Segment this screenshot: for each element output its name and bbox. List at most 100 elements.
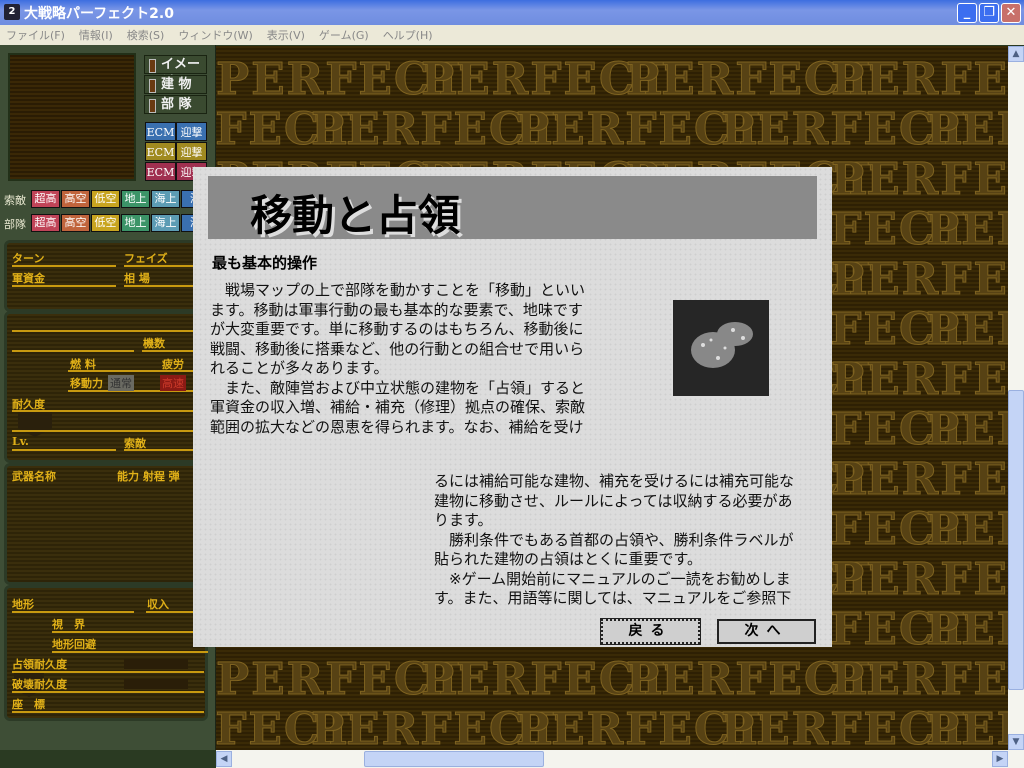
label-terrain: 地形 [12,598,34,611]
occupy-gauge [124,659,188,669]
label-vision: 視 界 [52,618,85,631]
field-underline [12,449,116,451]
background-watermark-text: PERFECT [926,504,1008,556]
horizontal-scrollbar[interactable]: ◀ ▶ [216,750,1024,768]
background-watermark-text: PERFECT [926,704,1008,751]
filter-toggle[interactable]: 海上 [151,190,180,208]
filter-toggle[interactable]: 低空 [91,190,120,208]
dialog-title-bar: 移動と占領 [208,176,817,240]
field-underline [12,671,204,673]
label-phase: フェイズ [124,252,168,265]
label-cols: 能力 射程 弾 [117,470,180,483]
label-turn: ターン [12,252,45,265]
label-market: 相 場 [124,272,150,285]
field-underline [12,691,204,693]
restore-button[interactable]: ❐ [979,3,999,23]
field-underline [12,350,134,352]
minimize-button[interactable]: _ [957,3,977,23]
field-underline [12,430,208,432]
field-underline [12,611,134,613]
view-button[interactable]: 建 物 [144,75,207,94]
app-icon[interactable]: 2 [4,4,20,20]
scroll-down-button[interactable]: ▼ [1008,734,1024,750]
intercept-button[interactable]: 迎撃 [176,142,207,161]
view-button[interactable]: 部 隊 [144,95,207,114]
ecm-button[interactable]: ECM [145,122,176,141]
window-title: 大戦略パーフェクト2.0 [24,5,174,22]
background-watermark-text: PERFECT [926,204,1008,256]
background-watermark-text: PERFECT [831,54,1008,106]
move-fast-badge: 高速 [160,375,186,391]
menu-item[interactable]: ヘルプ(H) [383,27,433,43]
filter-toggle[interactable]: 海上 [151,214,180,232]
background-watermark-text: PERFECT [831,254,1008,306]
menu-item[interactable]: ウィンドウ(W) [178,27,252,43]
filter-toggle[interactable]: 地上 [121,214,150,232]
dialog-heading: 最も基本的操作 [212,254,318,272]
filter-toggle[interactable]: 地上 [121,190,150,208]
menu-bar: ファイル(F) 情報(I) 検索(S) ウィンドウ(W) 表示(V) ゲーム(G) ヘルプ(… [0,25,1024,45]
background-watermark-text: PERFECT [926,304,1008,356]
background-watermark-text: PERFECT [831,454,1008,506]
intercept-button[interactable]: 迎撃 [176,122,207,141]
field-underline [12,330,208,332]
dialog-title: 移動と占領 [250,191,461,240]
dialog-text-2: るには補給可能な建物、補充を受けるには補充可能な 建物に移動させ、ルールによって… [434,472,795,607]
filter-toggle[interactable]: 高空 [61,214,90,232]
scroll-left-button[interactable]: ◀ [216,751,232,767]
menu-item[interactable]: 検索(S) [127,27,165,43]
move-normal-badge: 通常 [108,375,134,391]
menu-item[interactable]: ゲーム(G) [319,27,369,43]
background-watermark-text: PERFECT [831,154,1008,206]
menu-item[interactable]: 情報(I) [79,27,113,43]
vertical-scrollbar[interactable]: ▲ ▼ [1008,46,1024,750]
field-underline [52,631,208,633]
menu-item[interactable]: 表示(V) [267,27,305,43]
field-underline [52,651,208,653]
label-coords: 座 標 [12,698,45,711]
filter-toggle[interactable]: 低空 [91,214,120,232]
label-name: 武器名称 [12,470,56,483]
label-count: 機数 [143,337,165,350]
background-watermark-text: PERFECT [831,354,1008,406]
filter-toggle[interactable]: 超高 [31,190,60,208]
label-funds: 軍資金 [12,272,45,285]
back-button[interactable]: 戻る [600,618,701,645]
tutorial-dialog: 移動と占領 最も基本的操作 戦場マップの上で部隊を動かすことを「移動」といい ま… [193,167,832,647]
view-button[interactable]: イメージ [144,55,207,89]
background-watermark-text: PERFECT [926,604,1008,656]
field-underline [12,265,116,267]
field-underline [68,390,208,392]
filter-row-label: 索敵 [4,194,26,207]
next-button[interactable]: 次へ [717,619,816,644]
background-watermark-text: PERFECT [831,554,1008,606]
scroll-up-button[interactable]: ▲ [1008,46,1024,62]
scroll-right-button[interactable]: ▶ [992,751,1008,767]
label-move: 移動力 [70,377,103,390]
background-watermark-text: PERFECT [831,654,1008,706]
label-occupy: 占領耐久度 [12,658,67,671]
horizontal-scroll-thumb[interactable] [364,751,544,767]
filter-toggle[interactable]: 超高 [31,214,60,232]
ecm-button[interactable]: ECM [145,162,176,181]
field-underline [12,285,116,287]
title-bar: 2 大戦略パーフェクト2.0 _ ❐ ✕ [0,0,1024,25]
background-watermark-text: PERFECT [926,104,1008,156]
vertical-scroll-thumb[interactable] [1008,390,1024,690]
minimap-screen[interactable] [8,53,136,181]
menu-item[interactable]: ファイル(F) [6,27,65,43]
field-underline [68,370,208,372]
ecm-button[interactable]: ECM [145,142,176,161]
close-button[interactable]: ✕ [1001,3,1021,23]
label-income: 収入 [147,598,169,611]
filter-toggle[interactable]: 高空 [61,190,90,208]
label-evasion: 地形回避 [52,638,96,651]
field-underline [12,711,204,713]
filter-row-label: 部隊 [4,218,26,231]
label-lv: Lv. [12,435,29,448]
dialog-text-1: 戦場マップの上で部隊を動かすことを「移動」といい ます。移動は軍事行動の最も基本… [210,281,586,436]
destroy-gauge [124,679,188,689]
sidebar: イメージ建 物部 隊ECM迎撃ECM迎撃ECM迎撃索敵超高高空低空地上海上海部隊… [0,45,216,750]
background-watermark-text: PERFECT [926,404,1008,456]
unit-image [673,300,769,396]
